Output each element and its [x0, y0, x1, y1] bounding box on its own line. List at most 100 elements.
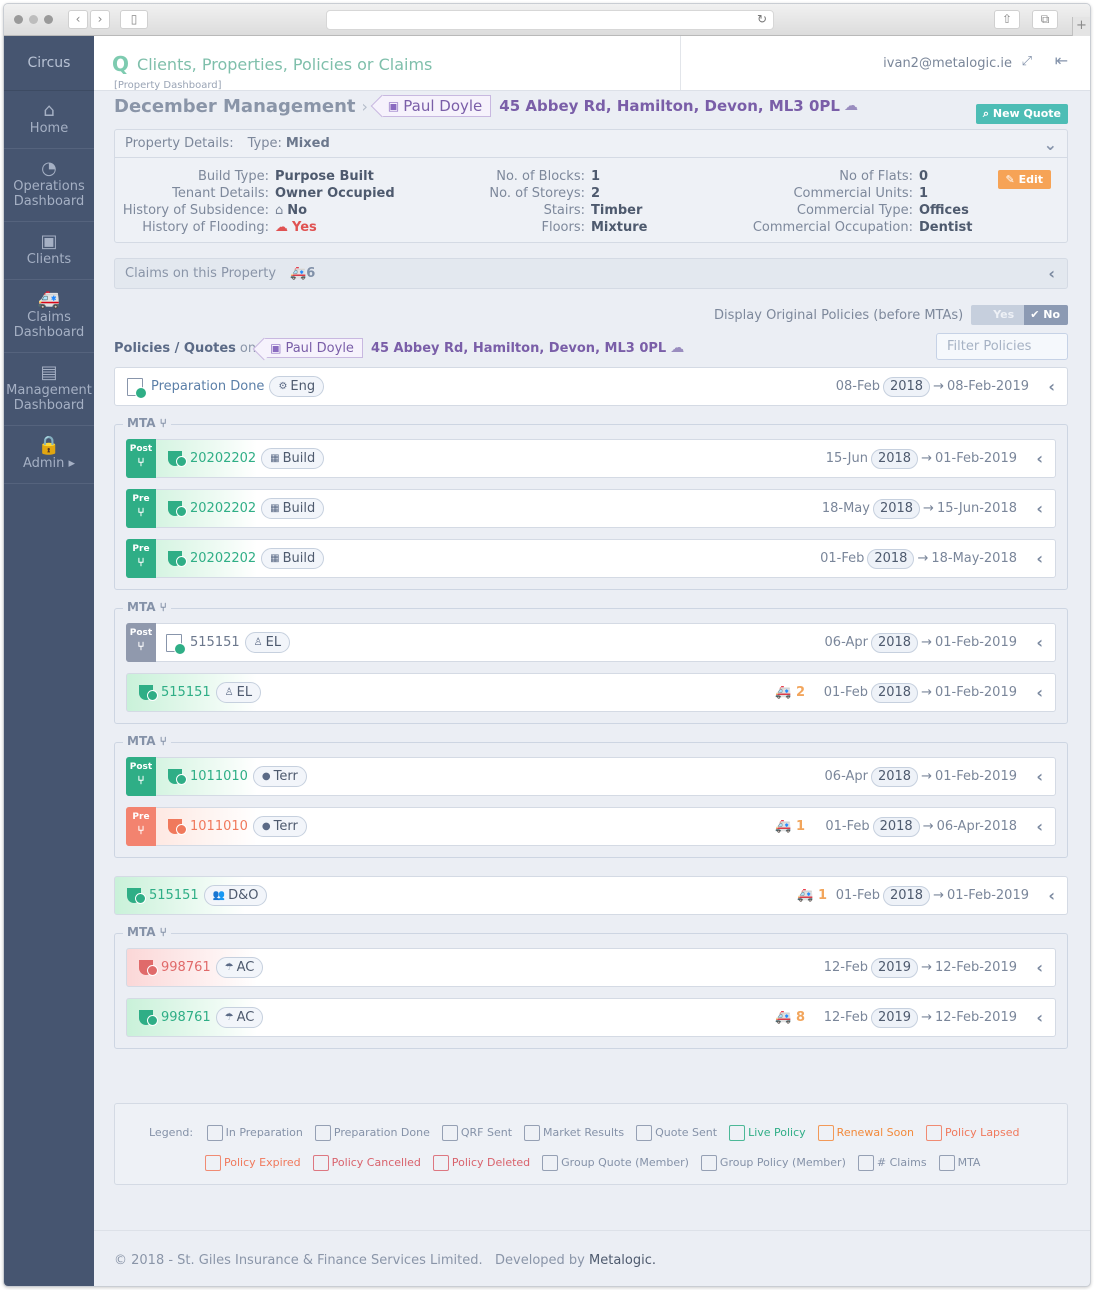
- global-search[interactable]: Q Clients, Properties, Policies or Claim…: [112, 52, 432, 76]
- chevron-left-icon[interactable]: ‹: [1036, 633, 1043, 652]
- field-label: Commercial Units:: [793, 186, 913, 201]
- sidebar-item-label: Claims Dashboard: [13, 310, 85, 340]
- sidebar-item-claims-dashboard[interactable]: 🚑 Claims Dashboard: [4, 280, 94, 353]
- field-label: Build Type:: [197, 169, 269, 184]
- mta-fork-icon: ⑂: [159, 734, 167, 748]
- chevron-left-icon[interactable]: ‹: [1036, 499, 1043, 518]
- policy-number: 515151: [149, 888, 199, 903]
- field-value: Owner Occupied: [275, 186, 395, 201]
- client-tag-small[interactable]: ▣ Paul Doyle: [264, 338, 363, 358]
- mta-post-badge: Post ⑂: [126, 438, 156, 478]
- sidebar-item-admin[interactable]: 🔒 Admin ▸: [4, 426, 94, 484]
- legend: Legend: In Preparation Preparation Done QR…: [114, 1103, 1068, 1185]
- search-input[interactable]: Clients, Properties, Policies or Claims: [137, 55, 432, 74]
- forward-button[interactable]: ›: [90, 10, 110, 29]
- chevron-left-icon[interactable]: ‹: [1048, 886, 1055, 905]
- toggle-no[interactable]: ✔ No: [1024, 305, 1068, 325]
- policy-row[interactable]: 515151 ♙ EL 🚑 2 01-Feb 2018 → 01-Feb-2019 ‹: [126, 673, 1056, 712]
- tabs-button[interactable]: ⧉: [1032, 10, 1058, 29]
- client-tag[interactable]: ▣ Paul Doyle: [381, 95, 492, 117]
- mta-label: MTA ⑂: [123, 734, 171, 748]
- copyright-text: © 2018 - St. Giles Insurance & Finance S…: [114, 1253, 483, 1268]
- sidebar-toggle-button[interactable]: ▯: [120, 10, 148, 29]
- chevron-left-icon[interactable]: ‹: [1036, 449, 1043, 468]
- policy-row[interactable]: 998761 ☂ AC 🚑 8 12-Feb 2019 → 12-Feb-2019 ‹: [126, 998, 1056, 1037]
- class-pill: ▦ Build: [261, 548, 325, 569]
- building-icon: ▦: [270, 553, 280, 564]
- property-details-label: Property Details:: [125, 136, 234, 151]
- brand-logo[interactable]: Circus: [4, 36, 94, 91]
- toggle-yes[interactable]: Yes: [971, 305, 1025, 325]
- share-button[interactable]: ⇧: [994, 10, 1020, 29]
- chevron-left-icon[interactable]: ‹: [1048, 264, 1055, 283]
- mta-pre-badge: Pre ⑂: [126, 806, 156, 846]
- ambulance-icon: 🚑: [37, 289, 61, 310]
- logout-icon[interactable]: ⇤: [1055, 51, 1068, 70]
- policy-number: 20202202: [190, 451, 257, 466]
- policy-row[interactable]: Post ⑂ 1011010 ● Terr 06-Apr 2018 → 01-Feb-201…: [126, 756, 1056, 796]
- policy-row[interactable]: Pre ⑂ 20202202 ▦ Build 01-Feb 2018 → 18-May-20…: [126, 538, 1056, 578]
- policy-row[interactable]: Pre ⑂ 20202202 ▦ Build 18-May 2018 → 15-Jun-20…: [126, 488, 1056, 528]
- field-label: No. of Storeys:: [489, 186, 585, 201]
- chevron-left-icon[interactable]: ‹: [1036, 767, 1043, 786]
- chevron-left-icon[interactable]: ‹: [1036, 683, 1043, 702]
- field-value: No: [287, 203, 308, 218]
- page-title[interactable]: December Management: [114, 96, 356, 117]
- ambulance-icon: 🚑: [775, 1010, 792, 1025]
- back-button[interactable]: ‹: [68, 10, 88, 29]
- edit-property-button[interactable]: ✎ Edit: [997, 170, 1051, 189]
- new-quote-button[interactable]: ⌕ New Quote: [975, 104, 1068, 124]
- mta-label: MTA ⑂: [123, 416, 171, 430]
- policy-row[interactable]: 998761 ☂ AC 12-Feb 2019 → 12-Feb-2019 ‹: [126, 948, 1056, 987]
- building-icon: ▦: [270, 453, 280, 464]
- expand-icon[interactable]: ⤢: [1022, 54, 1032, 69]
- live-policy-icon: [139, 1010, 158, 1026]
- class-pill: ☂ AC: [215, 957, 264, 978]
- chevron-left-icon[interactable]: ‹: [1036, 817, 1043, 836]
- field-label: Floors:: [541, 220, 586, 235]
- display-original-label: Display Original Policies (before MTAs): [714, 307, 964, 323]
- policy-row[interactable]: Pre ⑂ 1011010 ● Terr 🚑 1 01-Feb 2018 → 06-Apr-…: [126, 806, 1056, 846]
- chevron-down-icon[interactable]: ⌄: [1044, 135, 1057, 154]
- chevron-left-icon[interactable]: ‹: [1048, 377, 1055, 396]
- main-content: [Property Dashboard] December Management…: [114, 80, 1068, 1185]
- reload-icon[interactable]: ↻: [757, 12, 767, 26]
- property-field: History of Flooding: ☁ Yes: [115, 219, 395, 236]
- gears-icon: ⚙: [278, 381, 288, 392]
- legend-item: Group Quote (Member): [542, 1148, 689, 1178]
- sidebar-item-label: Operations Dashboard: [13, 179, 85, 209]
- sidebar-item-management-dashboard[interactable]: ▤ Management Dashboard: [4, 353, 94, 426]
- policy-row[interactable]: 515151 👥 D&O 🚑 1 01-Feb 2018 → 01-Feb-2019 ‹: [114, 876, 1068, 915]
- sidebar-item-clients[interactable]: ▣ Clients: [4, 222, 94, 280]
- field-value: 0: [919, 169, 929, 184]
- mta-group: MTA ⑂ Post ⑂ 1011010 ● Terr 06-Apr 2018 → 01-Fe…: [114, 734, 1068, 858]
- user-email[interactable]: ivan2@metalogic.ie: [883, 56, 1012, 71]
- property-details-header[interactable]: Property Details: Type: Mixed ⌄: [115, 130, 1067, 158]
- policy-row[interactable]: Post ⑂ 20202202 ▦ Build 15-Jun 2018 → 01-Feb-2…: [126, 438, 1056, 478]
- display-original-toggle[interactable]: Yes ✔ No: [971, 305, 1068, 325]
- field-value: Dentist: [919, 220, 973, 235]
- chevron-left-icon[interactable]: ‹: [1036, 958, 1043, 977]
- property-details-panel: Property Details: Type: Mixed ⌄ Build Ty…: [114, 129, 1068, 243]
- claims-on-property-panel[interactable]: Claims on this Property 🚑6 ‹: [114, 258, 1068, 289]
- address-bar[interactable]: ↻: [326, 10, 774, 30]
- policy-deleted-icon: [432, 1155, 449, 1171]
- developer-link[interactable]: Metalogic.: [589, 1253, 656, 1268]
- new-tab-button[interactable]: +: [1072, 17, 1090, 36]
- chevron-left-icon[interactable]: ‹: [1036, 1008, 1043, 1027]
- legend-item: Policy Deleted: [432, 1148, 530, 1178]
- window-controls[interactable]: [14, 15, 53, 24]
- legend-item: MTA: [938, 1148, 980, 1178]
- claims-count: 🚑6: [290, 266, 316, 281]
- class-pill: ♙ EL: [215, 682, 262, 703]
- sidebar-item-operations-dashboard[interactable]: ◔ Operations Dashboard: [4, 149, 94, 222]
- mta-post-badge: Post ⑂: [126, 622, 156, 662]
- policy-number: 20202202: [190, 501, 257, 516]
- policy-row[interactable]: Post ⑂ 515151 ♙ EL 06-Apr 2018 → 01-Feb-2019 ‹: [126, 622, 1056, 662]
- policy-number: 515151: [190, 635, 240, 650]
- policy-dates: 01-Feb 2018 → 01-Feb-2019: [824, 682, 1017, 703]
- policy-row[interactable]: Preparation Done ⚙ Eng 08-Feb 2018 → 08-Feb-…: [114, 367, 1068, 406]
- chevron-left-icon[interactable]: ‹: [1036, 549, 1043, 568]
- filter-policies-input[interactable]: Filter Policies: [936, 333, 1068, 360]
- sidebar-item-home[interactable]: ⌂ Home: [4, 91, 94, 149]
